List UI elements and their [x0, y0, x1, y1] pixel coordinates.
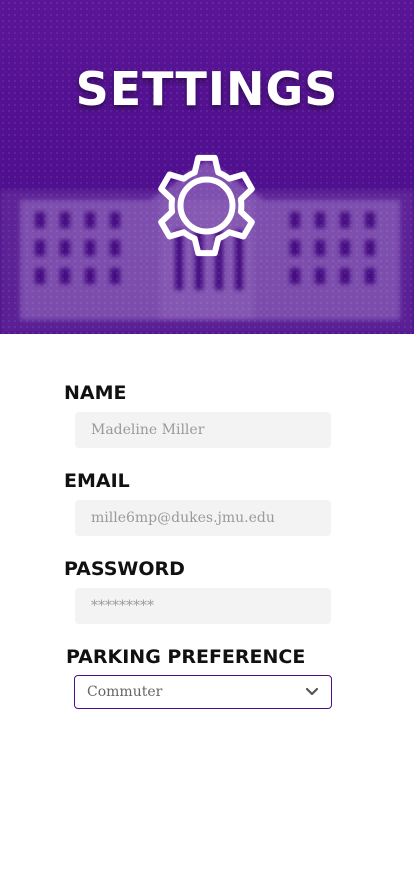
name-label: NAME	[64, 382, 127, 404]
settings-header-banner: SETTINGS	[0, 0, 414, 334]
gear-icon	[146, 145, 267, 266]
parking-preference-value: Commuter	[87, 684, 163, 700]
name-field[interactable]: Madeline Miller	[75, 412, 331, 448]
password-label: PASSWORD	[64, 558, 185, 580]
parking-preference-label: PARKING PREFERENCE	[66, 646, 306, 668]
password-field[interactable]: *********	[75, 588, 331, 624]
email-field[interactable]: mille6mp@dukes.jmu.edu	[75, 500, 331, 536]
parking-preference-select[interactable]: Commuter	[74, 675, 332, 709]
page-title: SETTINGS	[75, 62, 339, 116]
email-label: EMAIL	[64, 470, 130, 492]
chevron-down-icon	[305, 687, 319, 696]
